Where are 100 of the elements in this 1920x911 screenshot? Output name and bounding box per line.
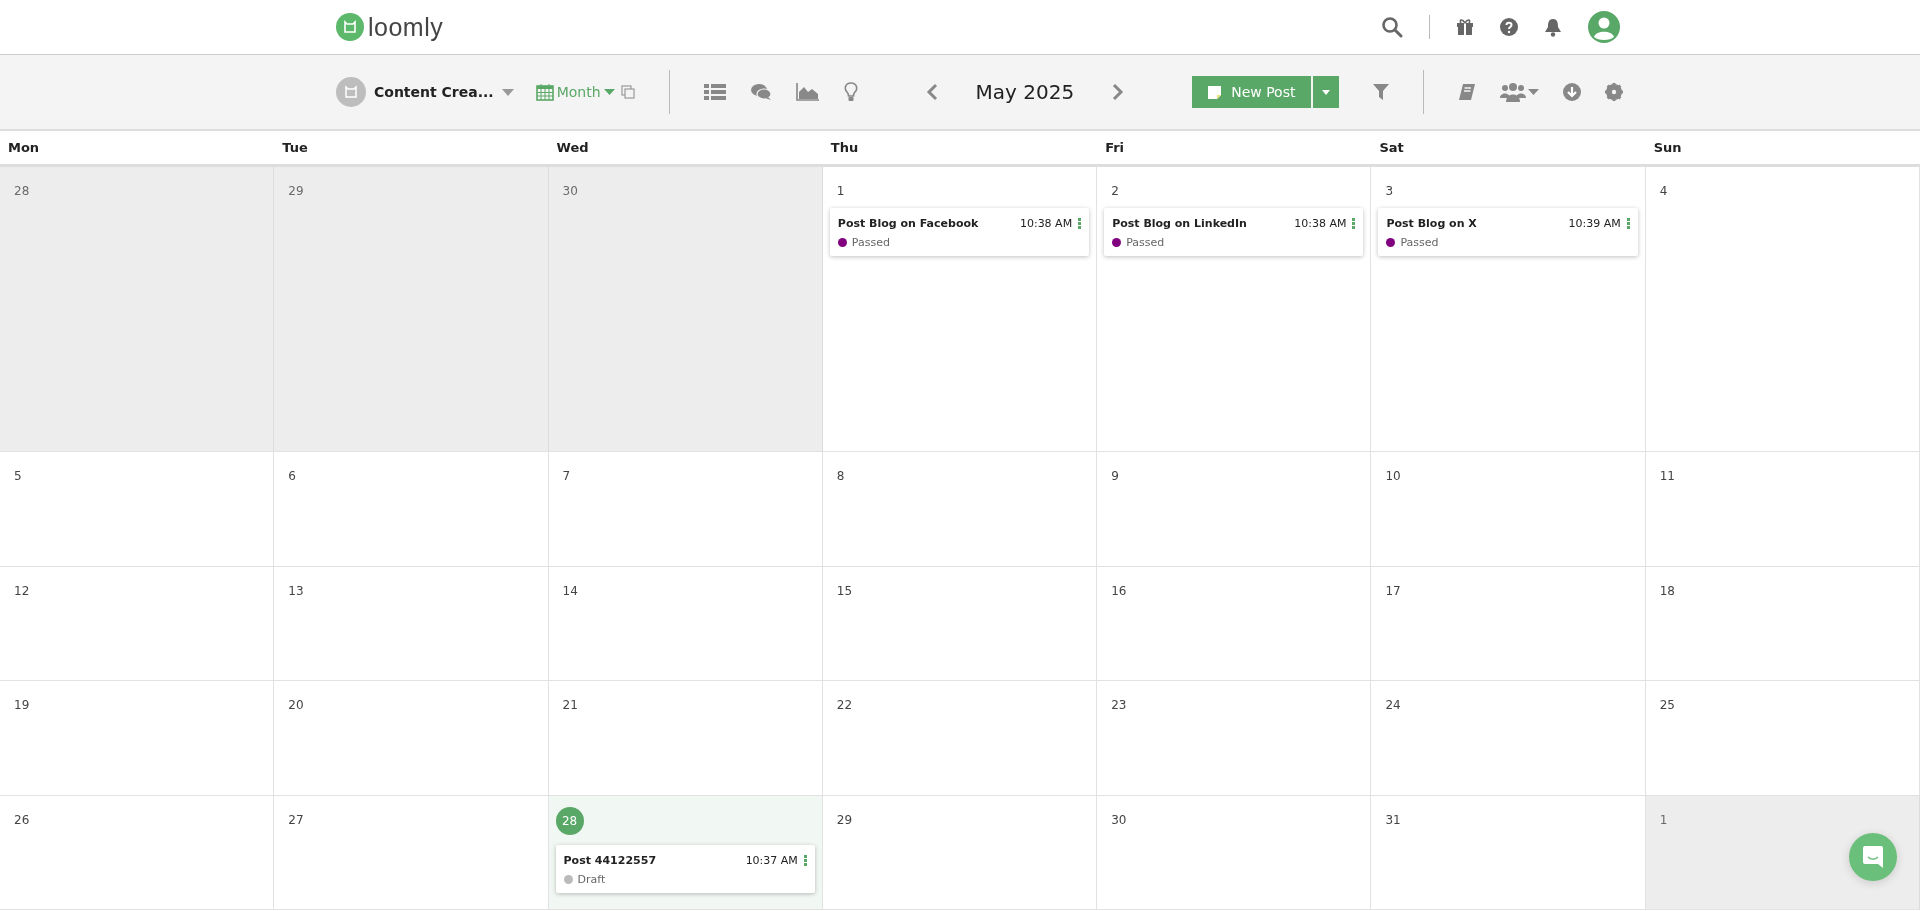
logo-text[interactable]: loomly xyxy=(368,12,444,42)
post-time: 10:38 AM xyxy=(1294,217,1347,230)
day-cell[interactable]: 28 Post 44122557 10:37 AM Draft xyxy=(548,795,823,910)
day-cell[interactable]: 9 xyxy=(1097,452,1372,567)
weekday-header: Thu xyxy=(829,140,860,155)
note-icon xyxy=(1208,85,1222,99)
weekday-header: Mon xyxy=(7,140,41,155)
post-title: Post 44122557 xyxy=(563,853,658,867)
day-cell[interactable]: 18 xyxy=(1645,566,1920,681)
more-options-icon[interactable] xyxy=(803,854,807,866)
avatar-icon[interactable] xyxy=(1588,11,1620,43)
day-cell[interactable]: 17 xyxy=(1371,566,1646,681)
day-cell[interactable]: 4 xyxy=(1645,167,1920,452)
list-icon[interactable] xyxy=(703,83,726,101)
post-card[interactable]: Post Blog on LinkedIn 10:38 AM Passed xyxy=(1104,208,1364,256)
post-title: Post Blog on Facebook xyxy=(837,217,980,230)
post-card[interactable]: Post Blog on X 10:39 AM Passed xyxy=(1378,208,1638,256)
more-options-icon[interactable] xyxy=(1626,218,1630,229)
day-number: 5 xyxy=(13,469,22,483)
day-cell[interactable]: 24 xyxy=(1371,681,1646,796)
day-cell[interactable]: 20 xyxy=(274,681,549,796)
month-title: May 2025 xyxy=(975,80,1075,104)
post-title: Post Blog on X xyxy=(1386,217,1478,230)
team-menu[interactable] xyxy=(1500,82,1540,102)
help-icon[interactable] xyxy=(1500,18,1518,36)
day-cell[interactable]: 5 xyxy=(0,452,275,567)
weekday-header: Sat xyxy=(1378,140,1405,155)
day-number: 10 xyxy=(1384,469,1401,483)
more-options-icon[interactable] xyxy=(1078,218,1082,229)
post-status: Passed xyxy=(851,236,890,249)
day-cell[interactable]: 31 xyxy=(1371,795,1646,910)
chart-icon[interactable] xyxy=(795,83,820,101)
day-number: 24 xyxy=(1384,698,1401,712)
day-cell[interactable]: 30 xyxy=(1097,795,1372,910)
day-number: 21 xyxy=(561,698,578,712)
chat-bubble-icon xyxy=(1863,846,1883,868)
day-cell[interactable]: 23 xyxy=(1097,681,1372,796)
day-cell[interactable]: 2 Post Blog on LinkedIn 10:38 AM Passed xyxy=(1097,167,1372,452)
lightbulb-icon[interactable] xyxy=(843,82,858,102)
caret-icon xyxy=(501,88,514,96)
post-card[interactable]: Post 44122557 10:37 AM Draft xyxy=(555,844,815,893)
post-status: Passed xyxy=(1126,236,1165,249)
day-number: 29 xyxy=(835,812,853,827)
day-cell[interactable]: 29 xyxy=(274,167,549,452)
day-cell[interactable]: 21 xyxy=(548,681,823,796)
post-card[interactable]: Post Blog on Facebook 10:38 AM Passed xyxy=(829,208,1090,256)
day-cell[interactable]: 19 xyxy=(0,681,275,796)
day-number: 25 xyxy=(1658,698,1675,712)
day-cell[interactable]: 14 xyxy=(548,566,823,681)
day-cell[interactable]: 26 xyxy=(0,795,275,910)
gift-icon[interactable] xyxy=(1456,18,1474,36)
day-cell[interactable]: 25 xyxy=(1645,681,1920,796)
caret-icon xyxy=(603,89,615,95)
copy-icon[interactable] xyxy=(620,85,635,99)
book-icon[interactable] xyxy=(1458,83,1477,101)
day-cell[interactable]: 6 xyxy=(274,452,549,567)
filter-icon[interactable] xyxy=(1373,83,1390,101)
day-cell[interactable]: 8 xyxy=(822,452,1098,567)
download-icon[interactable] xyxy=(1563,83,1582,101)
post-status: Draft xyxy=(577,872,606,886)
day-cell[interactable]: 22 xyxy=(822,681,1098,796)
day-cell[interactable]: 27 xyxy=(274,795,549,910)
day-number: 27 xyxy=(287,812,304,827)
calendar-avatar-icon xyxy=(336,77,366,107)
day-cell[interactable]: 1 Post Blog on Facebook 10:38 AM Passed xyxy=(822,167,1098,452)
day-number: 23 xyxy=(1110,698,1127,712)
day-number: 3 xyxy=(1384,184,1394,198)
day-number: 28 xyxy=(13,184,30,198)
settings-icon[interactable] xyxy=(1605,83,1624,101)
day-number: 17 xyxy=(1384,583,1401,598)
day-number: 6 xyxy=(287,469,296,483)
day-cell[interactable]: 10 xyxy=(1371,452,1646,567)
day-cell[interactable]: 13 xyxy=(274,566,549,681)
day-cell[interactable]: 3 Post Blog on X 10:39 AM Passed xyxy=(1371,167,1646,452)
day-cell[interactable]: 15 xyxy=(822,566,1098,681)
day-cell[interactable]: 28 xyxy=(0,167,275,452)
bell-icon[interactable] xyxy=(1544,17,1562,37)
post-time: 10:38 AM xyxy=(1019,217,1073,230)
post-status: Passed xyxy=(1400,236,1439,249)
post-title: Post Blog on LinkedIn xyxy=(1112,217,1248,230)
search-icon[interactable] xyxy=(1381,16,1403,38)
weekday-header: Tue xyxy=(281,140,309,155)
day-cell[interactable]: 1 xyxy=(1645,795,1920,910)
day-number: 1 xyxy=(835,184,845,198)
weekday-header: Wed xyxy=(555,140,590,155)
day-cell[interactable]: 30 xyxy=(548,167,823,452)
people-icon xyxy=(1500,82,1527,102)
caret-icon xyxy=(1322,89,1331,95)
day-cell[interactable]: 29 xyxy=(822,795,1098,910)
day-cell[interactable]: 11 xyxy=(1645,452,1920,567)
day-cell[interactable]: 12 xyxy=(0,566,275,681)
chat-icon[interactable] xyxy=(749,83,772,101)
logo-icon xyxy=(336,13,364,41)
day-cell[interactable]: 16 xyxy=(1097,566,1372,681)
more-options-icon[interactable] xyxy=(1352,218,1356,229)
new-post-dropdown-button[interactable] xyxy=(1313,76,1340,108)
day-number: 11 xyxy=(1658,469,1675,483)
calendar-name: Content Crea... xyxy=(374,84,494,100)
day-cell[interactable]: 7 xyxy=(548,452,823,567)
calendar-selector[interactable]: Content Crea... xyxy=(336,77,514,107)
